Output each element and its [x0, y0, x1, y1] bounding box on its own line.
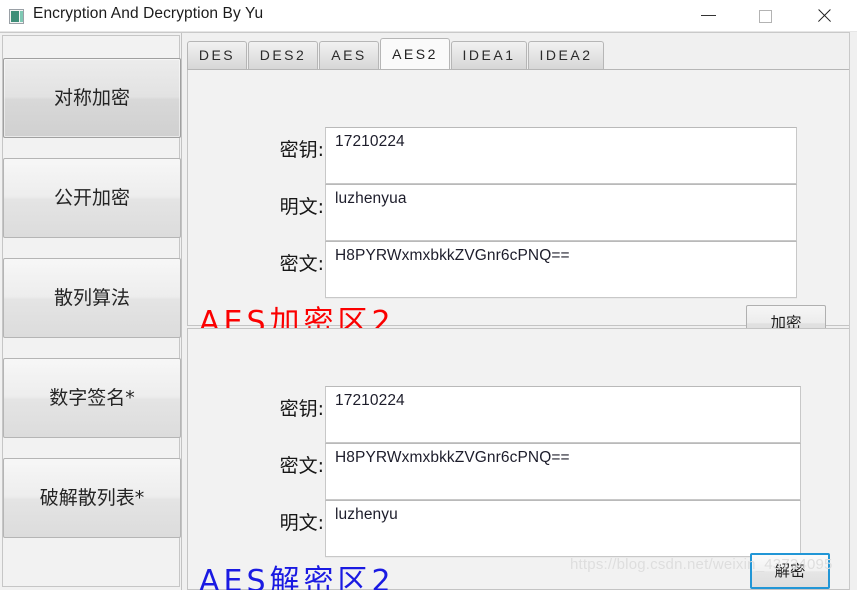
content-area: DES DES2 AES AES2 IDEA1 IDEA2 密钥: 172102…	[183, 33, 857, 590]
minimize-button[interactable]	[686, 0, 732, 32]
decrypt-key-input[interactable]: 17210224	[325, 386, 801, 443]
scroll-gutter[interactable]	[850, 32, 857, 590]
encrypt-plaintext-label: 明文:	[234, 192, 324, 219]
maximize-icon	[759, 10, 772, 23]
tab-idea2[interactable]: IDEA2	[528, 41, 604, 69]
encrypt-panel: 密钥: 17210224 明文: luzhenyua 密文: H8PYRWxmx…	[187, 70, 853, 326]
sidebar-item-hash-algorithm[interactable]: 散列算法	[3, 258, 181, 338]
decrypt-key-label: 密钥:	[234, 394, 324, 421]
tab-des2[interactable]: DES2	[248, 41, 318, 69]
tab-aes[interactable]: AES	[319, 41, 379, 69]
tab-idea1[interactable]: IDEA1	[451, 41, 527, 69]
sidebar-item-digital-signature[interactable]: 数字签名*	[3, 358, 181, 438]
window-body: 对称加密 公开加密 散列算法 数字签名* 破解散列表* DES DES2 AES…	[0, 32, 857, 590]
close-button[interactable]	[800, 0, 846, 32]
encrypt-ciphertext-label: 密文:	[234, 249, 324, 276]
encrypt-plaintext-input[interactable]: luzhenyua	[325, 184, 797, 241]
decrypt-ciphertext-input[interactable]: H8PYRWxmxbkkZVGnr6cPNQ==	[325, 443, 801, 500]
tab-bar: DES DES2 AES AES2 IDEA1 IDEA2	[187, 38, 853, 70]
java-app-icon	[9, 9, 24, 24]
decrypt-zone-label: AES解密区2	[199, 556, 395, 590]
sidebar-item-crack-hash-table[interactable]: 破解散列表*	[3, 458, 181, 538]
sidebar-panel: 对称加密 公开加密 散列算法 数字签名* 破解散列表*	[2, 35, 180, 587]
decrypt-plaintext-value: luzhenyu	[335, 506, 398, 524]
decrypt-ciphertext-value: H8PYRWxmxbkkZVGnr6cPNQ==	[335, 449, 570, 467]
watermark: https://blog.csdn.net/weixin_43734095	[570, 556, 833, 573]
encrypt-key-value: 17210224	[335, 133, 405, 151]
decrypt-ciphertext-label: 密文:	[234, 451, 324, 478]
decrypt-panel: 密钥: 17210224 密文: H8PYRWxmxbkkZVGnr6cPNQ=…	[187, 328, 853, 590]
minimize-icon	[701, 15, 716, 16]
maximize-button[interactable]	[743, 0, 789, 32]
encrypt-plaintext-value: luzhenyua	[335, 190, 407, 208]
decrypt-key-value: 17210224	[335, 392, 405, 410]
encrypt-ciphertext-output[interactable]: H8PYRWxmxbkkZVGnr6cPNQ==	[325, 241, 797, 298]
sidebar-item-symmetric-encryption[interactable]: 对称加密	[3, 58, 181, 138]
title-bar: Encryption And Decryption By Yu	[0, 0, 857, 32]
sidebar-item-public-encryption[interactable]: 公开加密	[3, 158, 181, 238]
sidebar: 对称加密 公开加密 散列算法 数字签名* 破解散列表*	[0, 33, 182, 590]
encrypt-key-input[interactable]: 17210224	[325, 127, 797, 184]
encrypt-key-label: 密钥:	[234, 135, 324, 162]
decrypt-plaintext-output[interactable]: luzhenyu	[325, 500, 801, 557]
encrypt-ciphertext-value: H8PYRWxmxbkkZVGnr6cPNQ==	[335, 247, 570, 265]
tab-des[interactable]: DES	[187, 41, 247, 69]
window-title: Encryption And Decryption By Yu	[33, 5, 263, 23]
decrypt-plaintext-label: 明文:	[234, 508, 324, 535]
application-window: Encryption And Decryption By Yu 对称加密 公开加…	[0, 0, 857, 590]
tab-aes2[interactable]: AES2	[380, 38, 450, 69]
